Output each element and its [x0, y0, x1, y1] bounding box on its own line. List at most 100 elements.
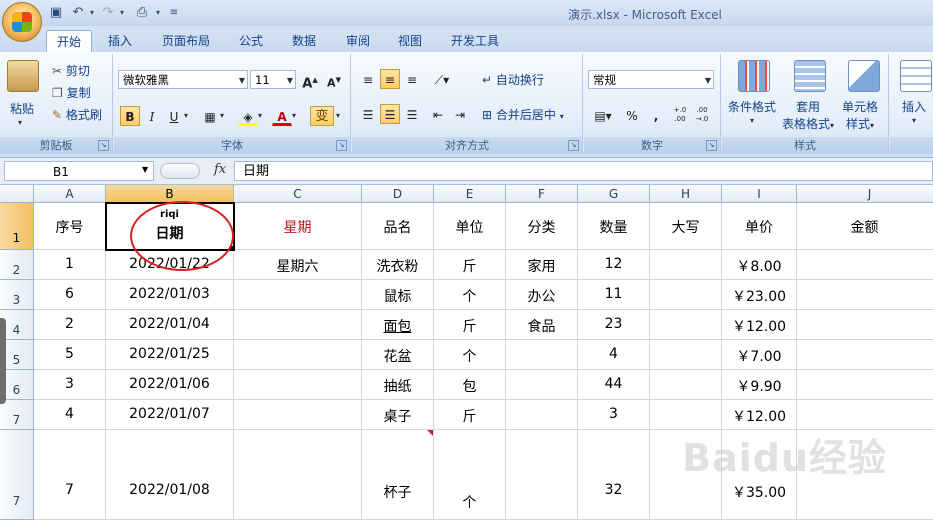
italic-button[interactable]: I [142, 106, 162, 126]
cell-amount[interactable] [797, 280, 933, 310]
cell-uppercase[interactable] [650, 370, 722, 400]
percent-button[interactable]: % [622, 105, 642, 125]
align-top-icon[interactable]: ≡ [358, 69, 378, 89]
cell-quantity[interactable]: 32 [578, 430, 650, 520]
cell-unit-price[interactable]: ￥23.00 [722, 280, 797, 310]
cell-i1[interactable]: 单价 [722, 203, 797, 250]
cell-unit[interactable]: 斤 [434, 310, 506, 340]
cell-j1[interactable]: 金额 [797, 203, 933, 250]
font-launcher-icon[interactable]: ↘ [336, 140, 347, 151]
column-header-d[interactable]: D [362, 185, 434, 203]
formula-toggle-icon[interactable] [160, 163, 200, 179]
cell-category[interactable] [506, 370, 578, 400]
cell-category[interactable]: 家用 [506, 250, 578, 280]
increase-indent-icon[interactable]: ⇥ [450, 104, 470, 124]
font-color-button[interactable]: A [272, 106, 292, 126]
cell-b1[interactable]: riqi 日期 [106, 203, 234, 250]
cell-unit-price[interactable]: ￥8.00 [722, 250, 797, 280]
format-painter-button[interactable]: ✎ 格式刷 [52, 106, 102, 123]
cell-styles-button[interactable]: 单元格 样式▾ [838, 60, 888, 131]
cell-unit-price[interactable]: ￥7.00 [722, 340, 797, 370]
decrease-decimal-button[interactable]: .00 →.0 [692, 105, 712, 125]
cell-category[interactable] [506, 340, 578, 370]
font-size-combo[interactable]: 11 ▼ [250, 70, 296, 89]
fill-handle[interactable] [230, 246, 235, 251]
cell-c1[interactable]: 星期 [234, 203, 362, 250]
phonetic-guide-button[interactable]: 变 [310, 106, 334, 126]
conditional-formatting-button[interactable]: 条件格式 ▾ [726, 60, 780, 130]
tab-page-layout[interactable]: 页面布局 [154, 30, 218, 52]
decrease-indent-icon[interactable]: ⇤ [428, 104, 448, 124]
cell-sequence[interactable]: 5 [34, 340, 106, 370]
grow-font-button[interactable]: A▲ [300, 69, 320, 91]
cell-quantity[interactable]: 23 [578, 310, 650, 340]
cell-quantity[interactable]: 12 [578, 250, 650, 280]
cell-quantity[interactable]: 44 [578, 370, 650, 400]
row-header[interactable]: 3 [0, 280, 34, 310]
cell-product[interactable]: 面包 [362, 310, 434, 340]
cell-product[interactable]: 花盆 [362, 340, 434, 370]
cell-date[interactable]: 2022/01/06 [106, 370, 234, 400]
cell-g1[interactable]: 数量 [578, 203, 650, 250]
redo-dropdown-icon[interactable]: ▾ [114, 5, 130, 21]
cell-date[interactable]: 2022/01/25 [106, 340, 234, 370]
cell-product[interactable]: 鼠标 [362, 280, 434, 310]
cell-product[interactable]: 洗衣粉 [362, 250, 434, 280]
save-icon[interactable]: ▣ [48, 5, 64, 21]
alignment-launcher-icon[interactable]: ↘ [568, 140, 579, 151]
cell-date[interactable]: 2022/01/07 [106, 400, 234, 430]
customize-qat-icon[interactable]: ≡ [166, 5, 182, 21]
column-header-i[interactable]: I [722, 185, 797, 203]
tab-developer[interactable]: 开发工具 [443, 30, 507, 52]
fill-color-button[interactable]: ◈ [238, 106, 258, 126]
cell-weekday[interactable] [234, 370, 362, 400]
column-header-g[interactable]: G [578, 185, 650, 203]
print-preview-icon[interactable]: ⎙ [134, 5, 150, 21]
borders-button[interactable]: ▦ [200, 106, 220, 126]
tab-data[interactable]: 数据 [283, 30, 325, 52]
insert-function-icon[interactable]: fx [214, 162, 226, 177]
underline-dropdown-icon[interactable]: ▾ [184, 111, 188, 120]
select-all-corner[interactable] [0, 185, 34, 203]
phonetic-dropdown-icon[interactable]: ▾ [336, 111, 340, 120]
cell-unit[interactable]: 包 [434, 370, 506, 400]
cell-unit[interactable]: 个 [434, 430, 506, 520]
cell-category[interactable]: 食品 [506, 310, 578, 340]
clipboard-launcher-icon[interactable]: ↘ [98, 140, 109, 151]
cell-e1[interactable]: 单位 [434, 203, 506, 250]
cell-uppercase[interactable] [650, 400, 722, 430]
cell-unit-price[interactable]: ￥9.90 [722, 370, 797, 400]
column-header-h[interactable]: H [650, 185, 722, 203]
tab-formulas[interactable]: 公式 [230, 30, 272, 52]
formula-input[interactable]: 日期 [234, 161, 933, 181]
row-header[interactable]: 2 [0, 250, 34, 280]
tab-home[interactable]: 开始 [46, 30, 92, 53]
cell-unit[interactable]: 个 [434, 340, 506, 370]
cell-category[interactable]: 办公 [506, 280, 578, 310]
cell-amount[interactable] [797, 370, 933, 400]
worksheet-grid[interactable]: A B C D E F G H I J 1 2 3 4 5 6 7 7 序号 r… [0, 185, 933, 520]
cell-product[interactable]: 抽纸 [362, 370, 434, 400]
cell-category[interactable] [506, 430, 578, 520]
align-bottom-icon[interactable]: ≡ [402, 69, 422, 89]
cell-amount[interactable] [797, 340, 933, 370]
cell-category[interactable] [506, 400, 578, 430]
tab-insert[interactable]: 插入 [100, 30, 140, 52]
cell-amount[interactable] [797, 400, 933, 430]
font-name-combo[interactable]: 微软雅黑 ▼ [118, 70, 248, 89]
fill-dropdown-icon[interactable]: ▾ [258, 111, 262, 120]
tab-view[interactable]: 视图 [390, 30, 430, 52]
shrink-font-button[interactable]: A▼ [324, 69, 344, 90]
cell-product[interactable]: 杯子 [362, 430, 434, 520]
cell-sequence[interactable]: 7 [34, 430, 106, 520]
font-color-dropdown-icon[interactable]: ▾ [292, 111, 296, 120]
cell-unit-price[interactable]: ￥12.00 [722, 400, 797, 430]
cell-uppercase[interactable] [650, 310, 722, 340]
align-left-icon[interactable]: ☰ [358, 104, 378, 124]
cell-a1[interactable]: 序号 [34, 203, 106, 250]
column-header-f[interactable]: F [506, 185, 578, 203]
cell-unit[interactable]: 个 [434, 280, 506, 310]
row-header[interactable]: 7 [0, 430, 34, 520]
copy-button[interactable]: ❐ 复制 [52, 84, 91, 101]
cell-amount[interactable] [797, 250, 933, 280]
